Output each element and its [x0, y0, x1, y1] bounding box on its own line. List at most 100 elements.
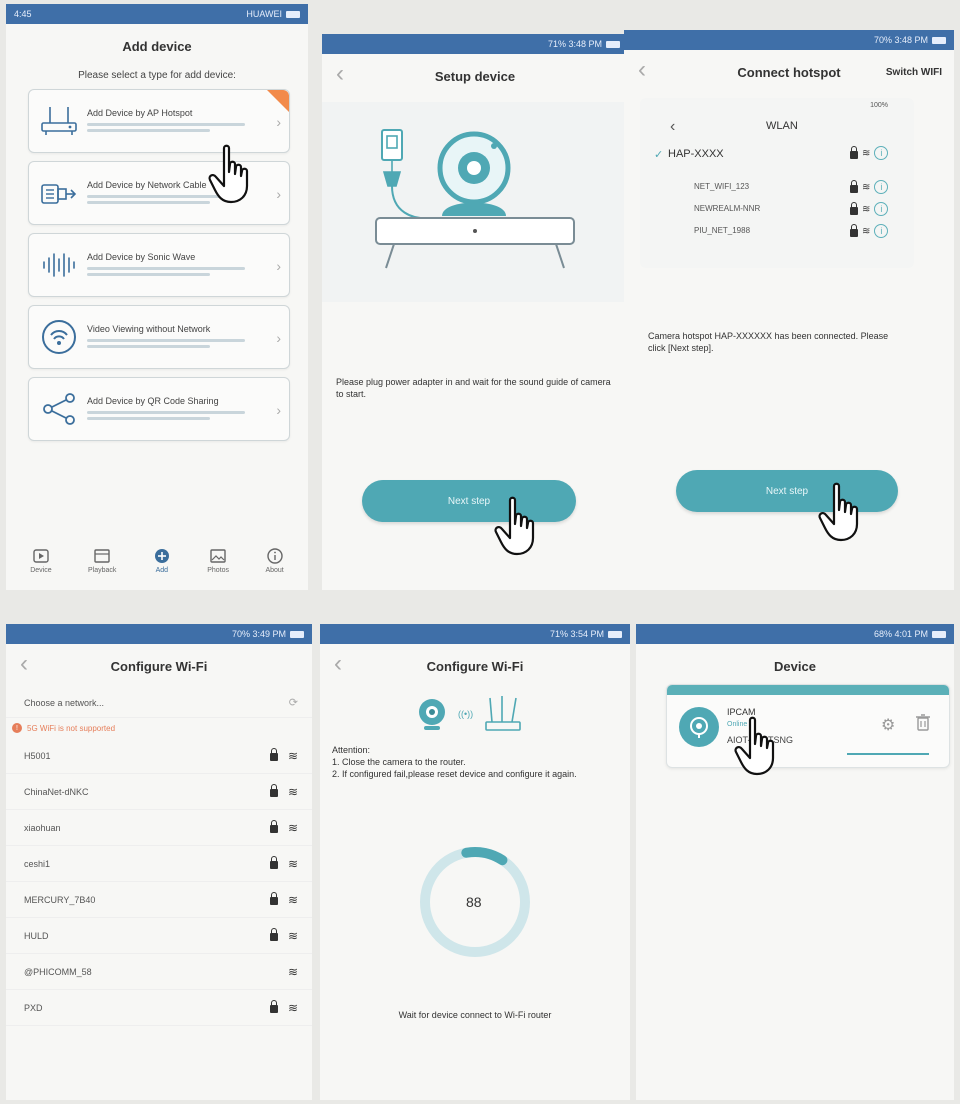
add-circle-icon	[153, 548, 171, 564]
pointing-hand-icon	[494, 496, 535, 556]
lock-icon	[269, 820, 278, 833]
title-bar: ‹ Connect hotspot Switch WIFI	[624, 50, 954, 94]
battery-icon	[286, 10, 300, 18]
warning-row: ! 5G WiFi is not supported	[6, 718, 312, 738]
wifi-icon: ≋	[287, 1000, 298, 1015]
wifi-icon: ≋	[862, 203, 871, 215]
tab-about[interactable]: About	[265, 548, 284, 574]
wifi-icon: ≋	[287, 784, 298, 799]
page-title: Connect hotspot	[737, 64, 841, 80]
status-bar: 70% 3:49 PM	[6, 624, 312, 644]
router-icon	[39, 101, 79, 141]
option-label: Add Device by AP Hotspot	[87, 107, 193, 118]
tab-label: Playback	[88, 567, 117, 574]
status-bar: 71% 3:48 PM	[322, 34, 628, 54]
lock-icon	[269, 1000, 278, 1013]
device-card[interactable]: IPCAM Online AIOT-00...TSNG ⚙	[666, 684, 950, 768]
status-info: 71% 3:48 PM	[547, 39, 602, 49]
tab-playback[interactable]: Playback	[88, 548, 116, 574]
device-card-underline	[847, 753, 929, 755]
option-video-without-network[interactable]: Video Viewing without Network ›	[28, 305, 290, 369]
back-icon[interactable]: ‹	[334, 652, 342, 676]
network-row[interactable]: PXD ≋	[6, 990, 312, 1026]
select-type-label: Please select a type for add device:	[78, 70, 236, 81]
info-icon[interactable]: i	[874, 180, 889, 194]
network-name: PXD	[24, 1002, 43, 1013]
signal-icon: ((•))	[458, 709, 473, 719]
setup-device-screen: 71% 3:48 PM ‹ Setup device Please plug p…	[322, 34, 628, 590]
status-time: 4:45	[14, 9, 32, 19]
page-title: Setup device	[434, 68, 516, 84]
warning-text: 5G WiFi is not supported	[27, 723, 116, 733]
delete-icon[interactable]	[915, 713, 931, 736]
network-name: ChinaNet-dNKC	[24, 786, 89, 797]
chevron-right-icon: ›	[276, 186, 281, 202]
network-row[interactable]: HULD ≋	[6, 918, 312, 954]
tab-label: Device	[30, 567, 52, 574]
connect-hotspot-screen: 70% 3:48 PM ‹ Connect hotspot Switch WIF…	[624, 30, 954, 590]
info-icon[interactable]: i	[874, 202, 889, 216]
recommended-badge	[267, 90, 289, 112]
warning-icon: !	[12, 723, 22, 733]
option-sonic-wave[interactable]: Add Device by Sonic Wave ›	[28, 233, 290, 297]
back-icon[interactable]: ‹	[20, 652, 28, 676]
page-title: Configure Wi-Fi	[426, 658, 524, 674]
switch-wifi-link[interactable]: Switch WIFI	[886, 67, 942, 78]
info-icon	[266, 548, 284, 564]
attention-block: Attention: 1. Close the camera to the ro…	[320, 744, 630, 780]
wlan-network-row: NET_WIFI_123	[694, 182, 750, 191]
network-row[interactable]: H5001 ≋	[6, 738, 312, 774]
lock-icon	[269, 928, 278, 941]
page-title: Device	[774, 658, 816, 674]
status-carrier: HUAWEI	[246, 9, 282, 19]
lock-icon	[850, 201, 858, 215]
info-icon[interactable]: i	[874, 146, 889, 160]
configure-wifi-progress-screen: 71% 3:54 PM ‹ Configure Wi-Fi ((•)) Atte…	[320, 624, 630, 1100]
pointing-hand-icon	[208, 144, 249, 204]
battery-icon	[932, 36, 946, 44]
battery-icon	[290, 630, 304, 638]
device-list-screen: 68% 4:01 PM Device IPCAM Online AIOT-00.…	[636, 624, 954, 1100]
lock-icon	[269, 784, 278, 797]
tab-device[interactable]: Device	[30, 548, 52, 574]
tab-label: Add	[155, 567, 169, 574]
attention-heading: Attention:	[332, 745, 371, 755]
battery-icon	[608, 630, 622, 638]
wlan-network-row: NEWREALM-NNR	[694, 204, 761, 213]
tab-photos[interactable]: Photos	[207, 548, 229, 574]
option-label: Add Device by Sonic Wave	[87, 251, 196, 262]
network-row[interactable]: @PHICOMM_58 ≋	[6, 954, 312, 990]
sound-wave-icon	[39, 245, 79, 285]
tab-add[interactable]: Add	[153, 548, 171, 574]
battery-icon	[606, 40, 620, 48]
network-name: ceshi1	[24, 858, 51, 869]
pointing-hand-icon	[818, 482, 859, 542]
network-row[interactable]: xiaohuan ≋	[6, 810, 312, 846]
battery-icon	[932, 630, 946, 638]
network-row[interactable]: MERCURY_7B40 ≋	[6, 882, 312, 918]
network-row[interactable]: ceshi1 ≋	[6, 846, 312, 882]
wifi-icon: ≋	[862, 181, 871, 193]
wlan-status-right: 100%	[870, 102, 888, 109]
add-device-screen: 4:45 HUAWEI Add device Please select a t…	[6, 4, 308, 590]
connection-illustration: ((•))	[320, 688, 630, 744]
wlan-title: WLAN	[766, 120, 798, 132]
status-bar: 4:45 HUAWEI	[6, 4, 308, 24]
device-card-band	[667, 685, 949, 695]
title-bar: ‹ Configure Wi-Fi	[320, 644, 630, 688]
choose-network-label: Choose a network...	[24, 697, 105, 708]
wifi-icon: ≋	[287, 892, 298, 907]
refresh-icon[interactable]: ⟳	[289, 696, 298, 709]
info-icon[interactable]: i	[874, 224, 889, 238]
wireless-icon	[39, 317, 79, 357]
back-icon[interactable]: ‹	[638, 58, 646, 82]
option-qr-code-sharing[interactable]: Add Device by QR Code Sharing ›	[28, 377, 290, 441]
lock-icon	[850, 145, 858, 159]
settings-icon[interactable]: ⚙	[881, 715, 895, 735]
status-bar: 71% 3:54 PM	[320, 624, 630, 644]
back-icon[interactable]: ‹	[336, 62, 344, 86]
wlan-settings-preview: 100% ‹ WLAN ✓ HAP-XXXX ≋ i NET_WIFI_123 ≋…	[640, 98, 914, 268]
network-row[interactable]: ChinaNet-dNKC ≋	[6, 774, 312, 810]
network-name: HULD	[24, 930, 49, 941]
wlan-network-row: PIU_NET_1988	[694, 226, 751, 235]
